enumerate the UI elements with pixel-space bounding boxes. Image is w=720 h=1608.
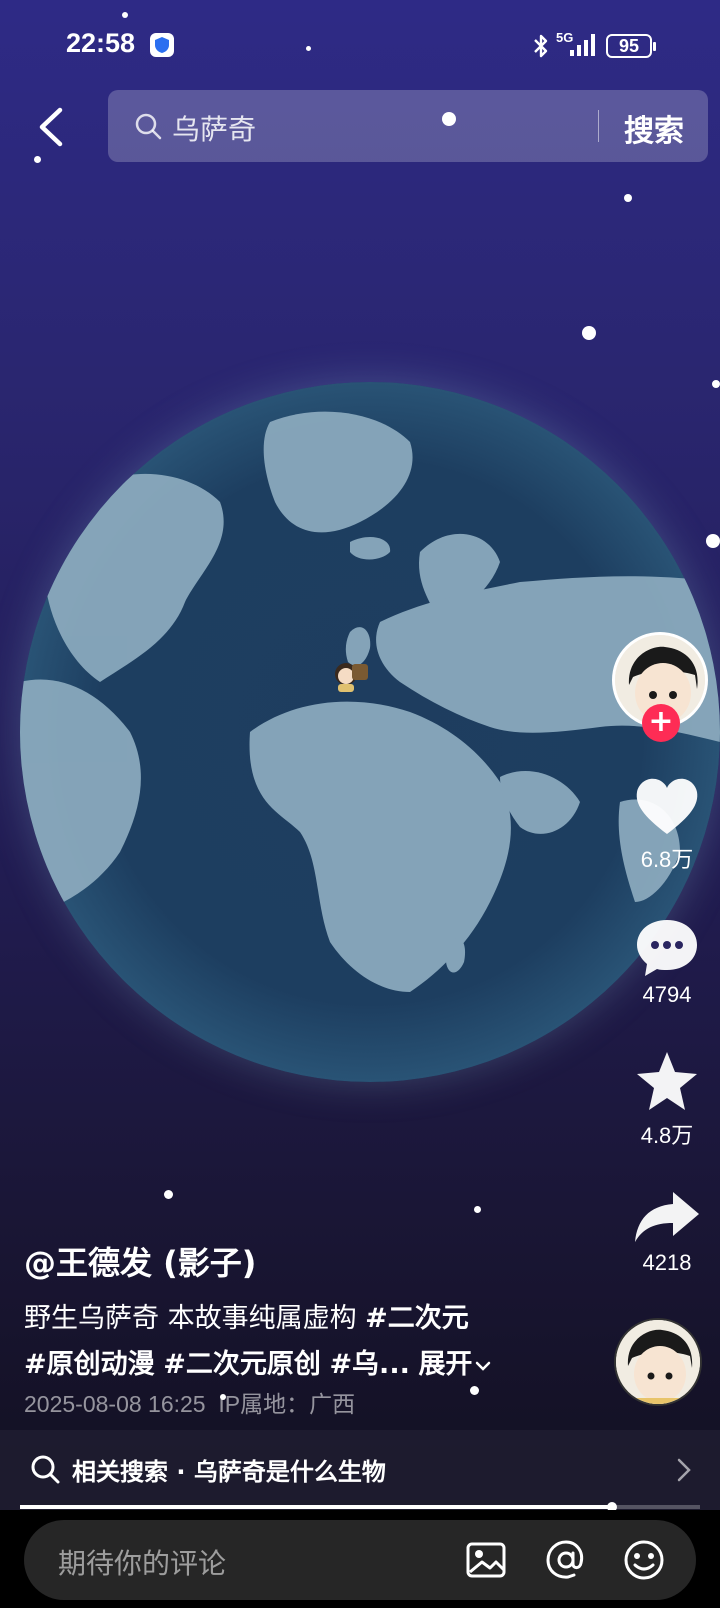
expand-button[interactable]: 展开 [418,1349,492,1380]
favorite-action[interactable]: 4.8万 [622,1050,712,1150]
chevron-right-icon [677,1458,691,1482]
share-count: 4218 [642,1250,692,1275]
related-search-label: 相关搜索 · 乌萨奇是什么生物 [72,1458,386,1486]
earth-globe [20,382,720,1082]
search-bar[interactable]: 乌萨奇 搜索 [108,90,708,162]
mention-icon[interactable] [544,1538,588,1582]
star [34,156,41,163]
search-button[interactable]: 搜索 [624,106,684,150]
share-action[interactable]: 4218 [622,1188,712,1276]
heart-icon[interactable] [633,776,701,838]
post-date: 2025-08-08 16:25 [24,1391,206,1417]
star [164,1190,173,1199]
character-sprite [335,663,368,692]
comment-input[interactable]: 期待你的评论 [24,1520,696,1600]
comment-action[interactable]: 4794 [622,916,712,1008]
related-search-bar[interactable]: 相关搜索 · 乌萨奇是什么生物 [0,1430,720,1510]
author-avatar[interactable]: + [612,632,708,742]
search-input[interactable]: 乌萨奇 [172,108,256,148]
status-bar: 22:58 5G 95 [0,0,720,90]
video-progress-bar[interactable] [20,1502,700,1512]
image-icon[interactable] [464,1538,508,1582]
continents-map [20,411,720,992]
post-meta: 2025-08-08 16:25 IP属地：广西 [24,1385,355,1419]
star [624,194,632,202]
post-description: 野生乌萨奇 本故事纯属虚构 #二次元 #原创动漫 #二次元原创 #乌... 展开 [24,1296,614,1388]
music-avatar-icon [616,1320,700,1404]
emoji-icon[interactable] [622,1538,666,1582]
like-action[interactable]: 6.8万 [622,776,712,874]
hashtag[interactable]: #乌... [329,1349,409,1380]
comment-bar: 期待你的评论 [0,1510,720,1608]
battery-indicator: 95 [606,34,656,58]
bluetooth-icon [534,34,548,58]
comment-count: 4794 [642,982,692,1007]
follow-button[interactable]: + [642,704,680,742]
hashtag[interactable]: #原创动漫 [24,1349,155,1380]
star [474,1206,481,1213]
star-icon[interactable] [633,1050,701,1114]
star [582,326,596,340]
status-time: 22:58 [66,28,136,58]
description-text: 野生乌萨奇 本故事纯属虚构 [24,1303,366,1334]
comment-placeholder: 期待你的评论 [58,1547,227,1580]
expand-label: 展开 [418,1349,473,1380]
shield-icon [150,33,174,57]
author-name[interactable]: @王德发 (影子) [24,1238,256,1284]
comment-bubble-icon[interactable] [633,916,701,978]
back-arrow-icon[interactable] [32,104,72,150]
like-count: 6.8万 [640,847,694,872]
hashtag[interactable]: #二次元原创 [163,1349,321,1380]
search-divider [598,110,599,142]
search-icon [135,113,162,140]
chevron-down-icon [476,1361,491,1371]
search-icon [31,1455,60,1484]
music-disc[interactable] [614,1318,702,1406]
favorite-count: 4.8万 [640,1123,694,1148]
progress-fill [20,1505,612,1509]
hashtag[interactable]: #二次元 [365,1303,469,1334]
share-arrow-icon[interactable] [633,1188,701,1246]
ip-location: IP属地：广西 [218,1391,356,1417]
signal-icon [570,34,595,56]
